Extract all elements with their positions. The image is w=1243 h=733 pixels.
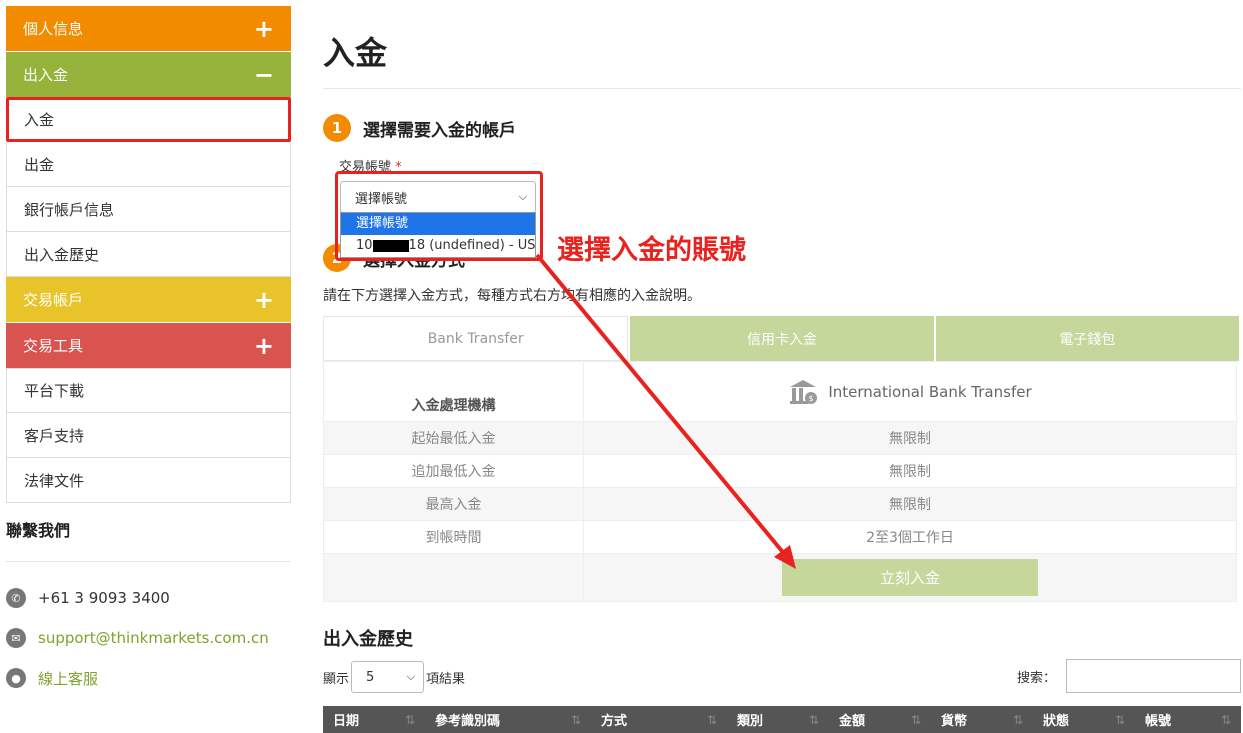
table-row: 起始最低入金 無限制 bbox=[324, 421, 1236, 454]
contact-chat[interactable]: ● 線上客服 bbox=[6, 666, 291, 690]
page-title: 入金 bbox=[323, 34, 388, 72]
sort-icon: ⇅ bbox=[910, 712, 921, 727]
sidebar-item-support[interactable]: 客戶支持 bbox=[6, 413, 291, 458]
sort-icon: ⇅ bbox=[1114, 712, 1125, 727]
column-header[interactable]: 類別 ⇅ bbox=[727, 706, 829, 733]
table-value: 無限制 bbox=[583, 422, 1236, 454]
chevron-down-icon: ⌵ bbox=[406, 670, 416, 683]
section-label: 交易工具 bbox=[23, 337, 84, 355]
method-tabs: Bank Transfer 信用卡入金 電子錢包 bbox=[323, 316, 1239, 361]
svg-text:$: $ bbox=[809, 394, 814, 403]
step-number: 1 bbox=[323, 114, 351, 142]
table-row: 到帳時間 2至3個工作日 bbox=[324, 520, 1236, 553]
chat-icon: ● bbox=[6, 668, 26, 688]
table-label: 最高入金 bbox=[425, 497, 482, 513]
expand-icon[interactable]: + bbox=[254, 17, 274, 41]
table-label: 追加最低入金 bbox=[411, 464, 496, 480]
table-value: 無限制 bbox=[583, 488, 1236, 520]
collapse-icon[interactable]: − bbox=[254, 63, 274, 87]
sort-icon: ⇅ bbox=[404, 712, 415, 727]
contact-email[interactable]: ✉ support@thinkmarkets.com.cn bbox=[6, 626, 291, 650]
contact-title: 聯繫我們 bbox=[6, 521, 71, 540]
divider bbox=[323, 88, 1241, 89]
bank-icon: $ bbox=[790, 379, 818, 404]
tab-credit-card[interactable]: 信用卡入金 bbox=[630, 316, 934, 361]
sidebar-section-personal-info[interactable]: 個人信息 + bbox=[6, 6, 291, 51]
phone-icon: ✆ bbox=[6, 588, 26, 608]
column-header[interactable]: 日期 ⇅ bbox=[323, 706, 425, 733]
column-header[interactable]: 金額 ⇅ bbox=[829, 706, 931, 733]
sort-icon: ⇅ bbox=[1220, 712, 1231, 727]
table-value: 2至3個工作日 bbox=[583, 521, 1236, 553]
history-title: 出入金歷史 bbox=[323, 629, 413, 650]
table-row: 入金處理機構 $ International Bank Transfer bbox=[324, 362, 1236, 421]
sidebar-section-deposit-withdraw[interactable]: 出入金 − bbox=[6, 52, 291, 97]
table-row: 最高入金 無限制 bbox=[324, 487, 1236, 520]
section-label: 交易帳戶 bbox=[23, 291, 84, 309]
sidebar-item-platform-download[interactable]: 平台下載 bbox=[6, 368, 291, 413]
main-content: 入金 1 選擇需要入金的帳戶 交易帳號 * 2 選擇入金方式 選擇帳號 ⌵ 選擇… bbox=[323, 0, 1243, 733]
annotation-text: 選擇入金的賬號 bbox=[557, 235, 746, 266]
step-1: 1 選擇需要入金的帳戶 bbox=[323, 114, 516, 142]
sidebar: 個人信息 + 出入金 − 入金 出金 銀行帳戶信息 出入金歷史 交易帳戶 + 交… bbox=[6, 6, 291, 690]
search-input[interactable] bbox=[1066, 659, 1241, 693]
contact-phone: ✆ +61 3 9093 3400 bbox=[6, 586, 291, 610]
page-length-select[interactable]: 5 ⌵ bbox=[351, 661, 425, 693]
deposit-now-button[interactable]: 立刻入金 bbox=[782, 559, 1038, 596]
table-label: 到帳時間 bbox=[425, 530, 482, 546]
table-row: 追加最低入金 無限制 bbox=[324, 454, 1236, 487]
sidebar-item-legal[interactable]: 法律文件 bbox=[6, 458, 291, 503]
table-label: 入金處理機構 bbox=[411, 398, 496, 414]
sort-icon: ⇅ bbox=[808, 712, 819, 727]
expand-icon[interactable]: + bbox=[254, 334, 274, 358]
column-header[interactable]: 貨幣 ⇅ bbox=[931, 706, 1033, 733]
search-control: 搜索： bbox=[1017, 659, 1241, 693]
table-value: 無限制 bbox=[583, 455, 1236, 487]
sidebar-section-trading-accounts[interactable]: 交易帳戶 + bbox=[6, 277, 291, 322]
sort-icon: ⇅ bbox=[706, 712, 717, 727]
divider bbox=[6, 561, 291, 562]
page-length-control: 顯示 5 ⌵ 項結果 bbox=[323, 661, 465, 693]
column-header[interactable]: 狀態 ⇅ bbox=[1033, 706, 1135, 733]
method-description: 請在下方選擇入金方式，每種方式右方均有相應的入金說明。 bbox=[323, 288, 701, 304]
step-title: 選擇需要入金的帳戶 bbox=[363, 120, 516, 141]
sidebar-section-trading-tools[interactable]: 交易工具 + bbox=[6, 323, 291, 368]
sort-icon: ⇅ bbox=[1012, 712, 1023, 727]
tab-bank-transfer[interactable]: Bank Transfer bbox=[323, 316, 629, 361]
email-icon: ✉ bbox=[6, 628, 26, 648]
sort-icon: ⇅ bbox=[570, 712, 581, 727]
column-header[interactable]: 參考識別碼 ⇅ bbox=[425, 706, 591, 733]
method-details-table: 入金處理機構 $ International Bank Transfer 起始最… bbox=[323, 361, 1237, 602]
phone-number: +61 3 9093 3400 bbox=[38, 589, 170, 607]
column-header[interactable]: 方式 ⇅ bbox=[591, 706, 727, 733]
sidebar-item-withdraw[interactable]: 出金 bbox=[6, 142, 291, 187]
email-link[interactable]: support@thinkmarkets.com.cn bbox=[38, 629, 269, 647]
history-table-header: 日期 ⇅ 參考識別碼 ⇅ 方式 ⇅ 類別 ⇅ 金額 ⇅ 貨幣 ⇅ 狀態 ⇅ 帳號 ⇅ bbox=[323, 706, 1241, 733]
highlight-frame bbox=[335, 171, 543, 261]
live-chat-link[interactable]: 線上客服 bbox=[38, 668, 98, 689]
expand-icon[interactable]: + bbox=[254, 288, 274, 312]
section-label: 出入金 bbox=[23, 66, 69, 84]
table-label: 起始最低入金 bbox=[411, 431, 496, 447]
table-value: $ International Bank Transfer bbox=[583, 362, 1236, 421]
table-row: 立刻入金 bbox=[324, 553, 1236, 601]
section-label: 個人信息 bbox=[23, 20, 84, 38]
sidebar-item-deposit[interactable]: 入金 bbox=[6, 97, 291, 142]
sidebar-item-history[interactable]: 出入金歷史 bbox=[6, 232, 291, 277]
sidebar-item-bank-info[interactable]: 銀行帳戶信息 bbox=[6, 187, 291, 232]
column-header[interactable]: 帳號 ⇅ bbox=[1135, 706, 1241, 733]
search-label: 搜索： bbox=[1016, 670, 1056, 686]
tab-e-wallet[interactable]: 電子錢包 bbox=[935, 316, 1239, 361]
